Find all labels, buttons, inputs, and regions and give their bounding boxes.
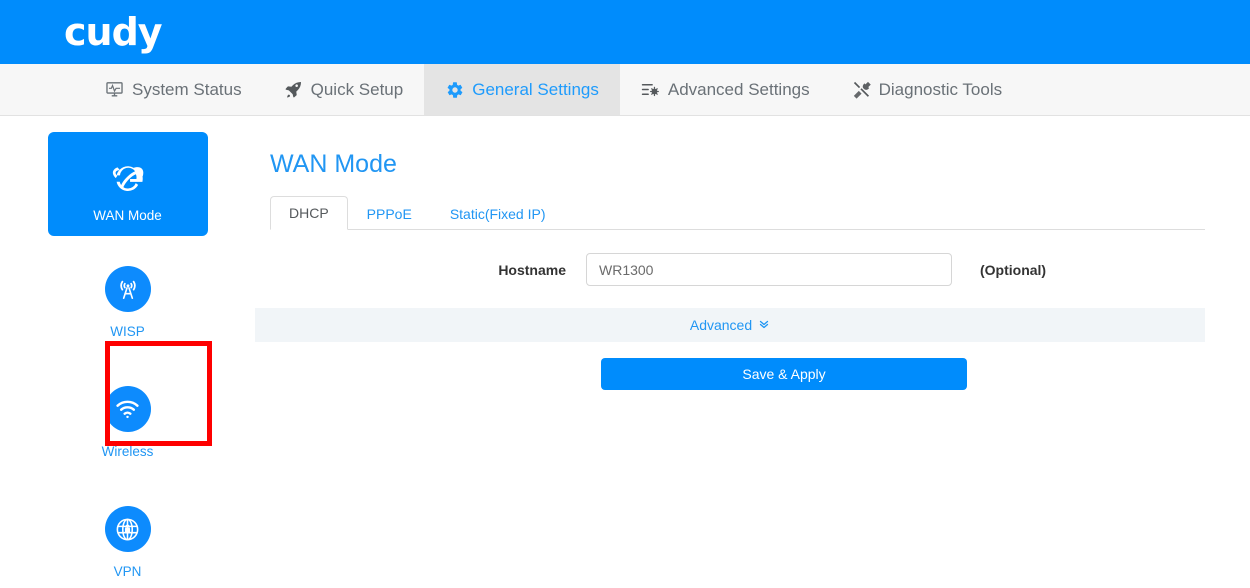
tab-static-fixed-ip[interactable]: Static(Fixed IP): [431, 197, 565, 230]
nav-item-label: System Status: [132, 79, 242, 99]
sidebar-item-label: Wireless: [101, 444, 154, 459]
save-apply-button[interactable]: Save & Apply: [601, 358, 967, 390]
sidebar-item-wireless[interactable]: Wireless: [48, 372, 208, 470]
advanced-toggle[interactable]: Advanced: [255, 308, 1205, 342]
tab-label: DHCP: [289, 205, 329, 221]
monitor-pulse-icon: [105, 80, 124, 99]
tab-label: PPPoE: [366, 206, 412, 222]
broadcast-tower-icon: [104, 266, 151, 312]
main-navigation: System Status Quick Setup General Settin…: [0, 64, 1250, 116]
hostname-input[interactable]: [586, 253, 952, 286]
cudy-logo: cudy: [64, 10, 163, 54]
tab-pppoe[interactable]: PPPoE: [348, 197, 431, 230]
nav-item-label: Quick Setup: [310, 79, 404, 99]
sidebar-item-label: WISP: [110, 324, 145, 339]
hostname-optional-hint: (Optional): [980, 261, 1047, 278]
main-content: WAN Mode DHCP PPPoE Static(Fixed IP) Hos…: [255, 116, 1250, 588]
rocket-icon: [284, 80, 303, 99]
sidebar: WAN Mode WISP Wireless VPN: [0, 116, 255, 588]
app-header: cudy: [0, 0, 1250, 64]
sidebar-item-label: WAN Mode: [93, 208, 162, 223]
nav-item-system-status[interactable]: System Status: [84, 64, 263, 115]
sidebar-item-wisp[interactable]: WISP: [48, 252, 208, 350]
hostname-row: Hostname (Optional): [270, 253, 1205, 286]
nav-item-diagnostic-tools[interactable]: Diagnostic Tools: [831, 64, 1023, 115]
tab-label: Static(Fixed IP): [449, 206, 546, 222]
sliders-gear-icon: [641, 80, 660, 99]
nav-item-quick-setup[interactable]: Quick Setup: [263, 64, 425, 115]
sidebar-item-vpn[interactable]: VPN: [48, 492, 208, 588]
globe-lock-icon: [104, 506, 151, 552]
tools-icon: [852, 80, 871, 99]
nav-item-advanced-settings[interactable]: Advanced Settings: [620, 64, 831, 115]
page-body: WAN Mode WISP Wireless VPN WAN Mode DHCP…: [0, 116, 1250, 588]
save-button-wrap: Save & Apply: [270, 358, 1205, 390]
wan-mode-tabs: DHCP PPPoE Static(Fixed IP): [270, 196, 1205, 230]
advanced-label: Advanced: [689, 317, 753, 333]
sidebar-item-label: VPN: [113, 564, 142, 579]
nav-item-general-settings[interactable]: General Settings: [424, 64, 620, 115]
internet-explorer-e-icon: [105, 154, 151, 200]
tab-dhcp[interactable]: DHCP: [270, 196, 348, 230]
chevron-double-down-icon: [758, 318, 770, 332]
nav-item-label: Diagnostic Tools: [878, 79, 1003, 99]
wifi-icon: [104, 386, 151, 432]
gear-icon: [445, 80, 464, 99]
hostname-label: Hostname: [498, 261, 566, 278]
sidebar-item-wan-mode[interactable]: WAN Mode: [47, 132, 208, 236]
nav-item-label: General Settings: [472, 79, 599, 99]
nav-item-label: Advanced Settings: [667, 79, 810, 99]
page-title: WAN Mode: [270, 150, 397, 178]
